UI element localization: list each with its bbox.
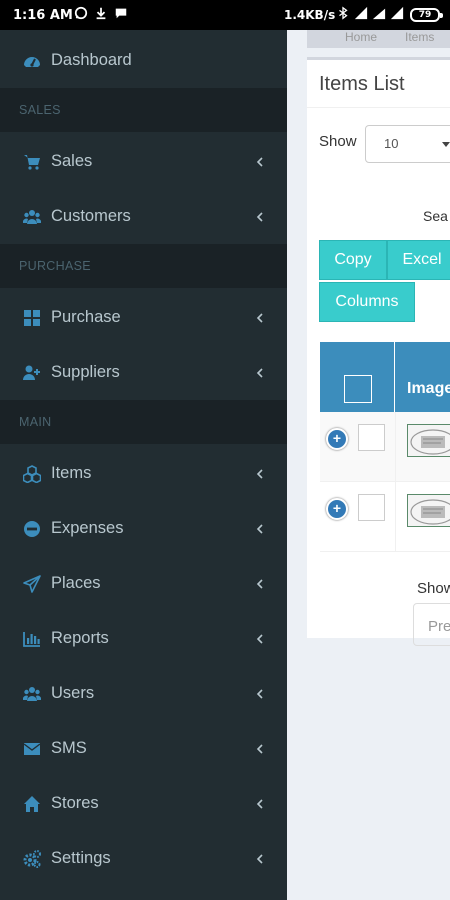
home-icon [22, 794, 42, 814]
sidebar-item-purchase[interactable]: Purchase [0, 290, 287, 345]
page-length-select[interactable]: 10 [365, 125, 450, 163]
sidebar-item-places[interactable]: Places [0, 556, 287, 611]
bar-chart-icon [22, 629, 42, 649]
section-header-main: MAIN [0, 400, 287, 444]
main-content: Home Items Items List Show 10 Sea Copy E… [287, 30, 450, 900]
sidebar-item-label: SMS [51, 739, 87, 757]
previous-label: Pre [428, 618, 450, 635]
status-time: 1:16 AM [13, 8, 73, 23]
sidebar-item-label: Reports [51, 629, 109, 647]
sidebar-item-label: Places [51, 574, 101, 592]
signal-icon [390, 6, 404, 20]
chat-icon [115, 8, 127, 19]
items-list-box: Items List Show 10 Sea Copy Excel Column… [307, 57, 450, 646]
caret-down-icon [442, 142, 450, 147]
breadcrumb-home[interactable]: Home [345, 30, 377, 44]
users-icon [22, 684, 42, 704]
table-header: Image [320, 342, 450, 412]
bluetooth-icon [339, 6, 348, 20]
wifi-icon [372, 8, 386, 20]
grid-icon [22, 308, 42, 328]
table-row: + [320, 412, 450, 482]
table-row: + [320, 482, 450, 552]
battery-icon: 79 [410, 8, 443, 22]
sidebar-item-items[interactable]: Items [0, 446, 287, 501]
envelope-icon [22, 739, 42, 759]
sidebar-item-expenses[interactable]: Expenses [0, 501, 287, 556]
section-header-sales: SALES [0, 88, 287, 132]
network-speed: 1.4KB/s [284, 8, 336, 22]
box-title: Items List [319, 73, 405, 95]
sidebar-item-label: Sales [51, 152, 93, 170]
chevron-left-icon [256, 523, 263, 534]
image-placeholder-icon [410, 429, 450, 455]
paper-plane-icon [22, 574, 42, 594]
chevron-left-icon [256, 367, 263, 378]
chevron-left-icon [256, 468, 263, 479]
sidebar-item-label: Stores [51, 794, 99, 812]
sidebar: Dashboard SALES Sales Customers PURCHASE… [0, 30, 287, 900]
columns-button[interactable]: Columns [319, 282, 415, 322]
sidebar-item-settings[interactable]: Settings [0, 831, 287, 886]
sidebar-item-label: Items [51, 464, 92, 482]
breadcrumb-current: Items [405, 30, 435, 44]
sidebar-item-customers[interactable]: Customers [0, 189, 287, 244]
minus-circle-icon [22, 519, 42, 539]
sidebar-item-label: Dashboard [51, 51, 132, 69]
status-bar: 1:16 AM 1.4KB/s 79 [0, 0, 450, 30]
download-icon [96, 7, 106, 20]
chevron-left-icon [256, 798, 263, 809]
row-checkbox[interactable] [358, 494, 385, 521]
sidebar-item-sms[interactable]: SMS [0, 721, 287, 776]
users-icon [22, 207, 42, 227]
copy-button[interactable]: Copy [319, 240, 387, 280]
breadcrumb: Home Items [307, 30, 450, 48]
chevron-left-icon [256, 156, 263, 167]
sidebar-item-stores[interactable]: Stores [0, 776, 287, 831]
sidebar-item-label: Settings [51, 849, 111, 867]
sidebar-item-label: Purchase [51, 308, 121, 326]
search-label: Sea [423, 208, 448, 224]
divider [307, 107, 450, 108]
whatsapp-icon [74, 6, 88, 20]
chevron-left-icon [256, 743, 263, 754]
user-plus-icon [22, 363, 42, 383]
sidebar-item-label: Suppliers [51, 363, 120, 381]
dashboard-icon [22, 51, 42, 71]
signal-icon [354, 6, 368, 20]
excel-button[interactable]: Excel [387, 240, 450, 280]
sidebar-item-suppliers[interactable]: Suppliers [0, 345, 287, 400]
show-label: Show [319, 133, 357, 150]
image-placeholder-icon [410, 499, 450, 525]
previous-page-button[interactable]: Pre [413, 603, 450, 646]
row-checkbox[interactable] [358, 424, 385, 451]
chevron-left-icon [256, 633, 263, 644]
column-header-image[interactable]: Image [407, 380, 450, 398]
sidebar-item-label: Expenses [51, 519, 124, 537]
chevron-left-icon [256, 688, 263, 699]
item-image [407, 494, 450, 527]
expand-row-button[interactable]: + [326, 498, 348, 520]
entries-info: Show [417, 580, 450, 597]
chevron-left-icon [256, 312, 263, 323]
chevron-left-icon [256, 211, 263, 222]
sidebar-item-dashboard[interactable]: Dashboard [0, 33, 287, 88]
select-all-checkbox[interactable] [344, 375, 372, 403]
sidebar-item-reports[interactable]: Reports [0, 611, 287, 666]
cart-icon [22, 152, 42, 172]
sidebar-item-users[interactable]: Users [0, 666, 287, 721]
chevron-left-icon [256, 578, 263, 589]
item-image [407, 424, 450, 457]
cubes-icon [22, 464, 42, 484]
sidebar-item-label: Users [51, 684, 95, 702]
sidebar-item-label: Customers [51, 207, 131, 225]
section-header-purchase: PURCHASE [0, 244, 287, 288]
cogs-icon [22, 849, 42, 869]
sidebar-item-sales[interactable]: Sales [0, 134, 287, 189]
chevron-left-icon [256, 853, 263, 864]
expand-row-button[interactable]: + [326, 428, 348, 450]
page-length-value: 10 [384, 136, 399, 151]
